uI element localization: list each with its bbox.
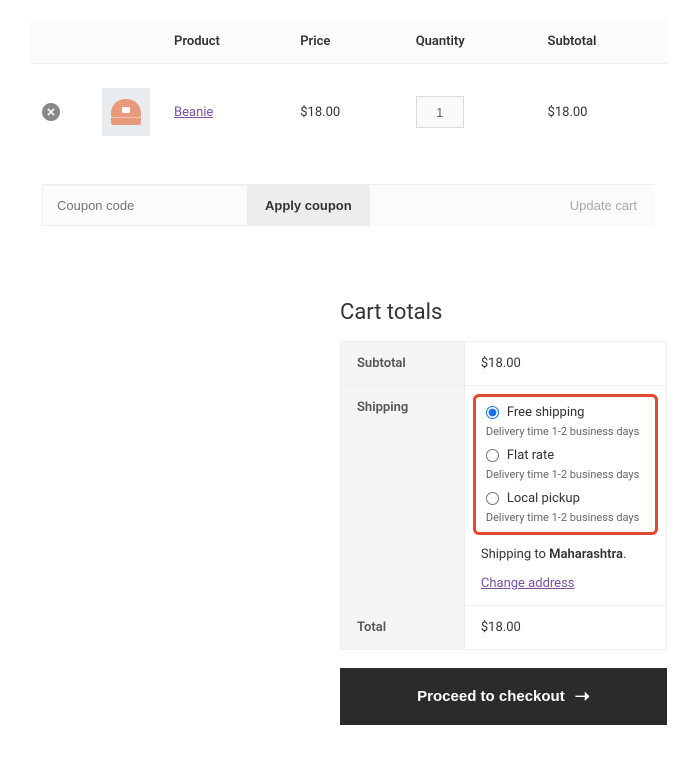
remove-item-button[interactable] <box>42 103 60 121</box>
shipping-to-prefix: Shipping to <box>481 547 549 562</box>
delivery-note: Delivery time 1-2 business days <box>486 425 645 438</box>
shipping-option-flat[interactable]: Flat rate <box>486 448 554 463</box>
close-icon <box>47 108 55 116</box>
cart-table: Product Price Quantity Subtotal <box>30 20 667 250</box>
shipping-option-label: Local pickup <box>507 491 580 506</box>
total-value: $18.00 <box>464 606 666 650</box>
col-price: Price <box>288 20 403 64</box>
shipping-destination: Shipping to Maharashtra. <box>481 547 650 562</box>
subtotal-label: Subtotal <box>341 342 465 386</box>
shipping-option: Flat rate Delivery time 1-2 business day… <box>486 448 645 481</box>
shipping-to-suffix: . <box>623 547 626 562</box>
proceed-to-checkout-button[interactable]: Proceed to checkout ➝ <box>340 668 667 725</box>
totals-table: Subtotal $18.00 Shipping Free shipping D… <box>340 341 667 650</box>
cart-totals: Cart totals Subtotal $18.00 Shipping Fre… <box>340 300 667 725</box>
product-name-link[interactable]: Beanie <box>174 105 213 120</box>
shipping-radio-free[interactable] <box>486 406 499 419</box>
col-remove <box>30 20 90 64</box>
col-quantity: Quantity <box>404 20 536 64</box>
delivery-note: Delivery time 1-2 business days <box>486 511 645 524</box>
shipping-options-highlight: Free shipping Delivery time 1-2 business… <box>473 394 658 535</box>
shipping-label: Shipping <box>341 386 465 606</box>
shipping-option: Free shipping Delivery time 1-2 business… <box>486 405 645 438</box>
item-subtotal: $18.00 <box>536 64 667 161</box>
shipping-radio-flat[interactable] <box>486 449 499 462</box>
cart-totals-title: Cart totals <box>340 300 667 325</box>
checkout-label: Proceed to checkout <box>417 688 565 705</box>
shipping-option-label: Flat rate <box>507 448 554 463</box>
arrow-right-icon: ➝ <box>575 686 590 707</box>
col-thumbnail <box>90 20 162 64</box>
item-price: $18.00 <box>288 64 403 161</box>
cart-row: Beanie $18.00 $18.00 <box>30 64 667 161</box>
subtotal-value: $18.00 <box>464 342 666 386</box>
quantity-input[interactable] <box>416 96 464 128</box>
apply-coupon-button[interactable]: Apply coupon <box>247 185 370 226</box>
shipping-option-free[interactable]: Free shipping <box>486 405 585 420</box>
change-address-link[interactable]: Change address <box>481 576 575 591</box>
shipping-to-region: Maharashtra <box>549 547 623 562</box>
update-cart-button[interactable]: Update cart <box>552 185 655 226</box>
product-thumbnail[interactable] <box>102 88 150 136</box>
col-product: Product <box>162 20 288 64</box>
col-subtotal: Subtotal <box>536 20 667 64</box>
shipping-option-label: Free shipping <box>507 405 585 420</box>
beanie-icon <box>111 99 141 125</box>
delivery-note: Delivery time 1-2 business days <box>486 468 645 481</box>
coupon-input[interactable] <box>42 185 247 226</box>
total-label: Total <box>341 606 465 650</box>
shipping-option-pickup[interactable]: Local pickup <box>486 491 580 506</box>
cart-actions-bar: Apply coupon Update cart <box>42 184 655 226</box>
shipping-radio-pickup[interactable] <box>486 492 499 505</box>
shipping-option: Local pickup Delivery time 1-2 business … <box>486 491 645 524</box>
